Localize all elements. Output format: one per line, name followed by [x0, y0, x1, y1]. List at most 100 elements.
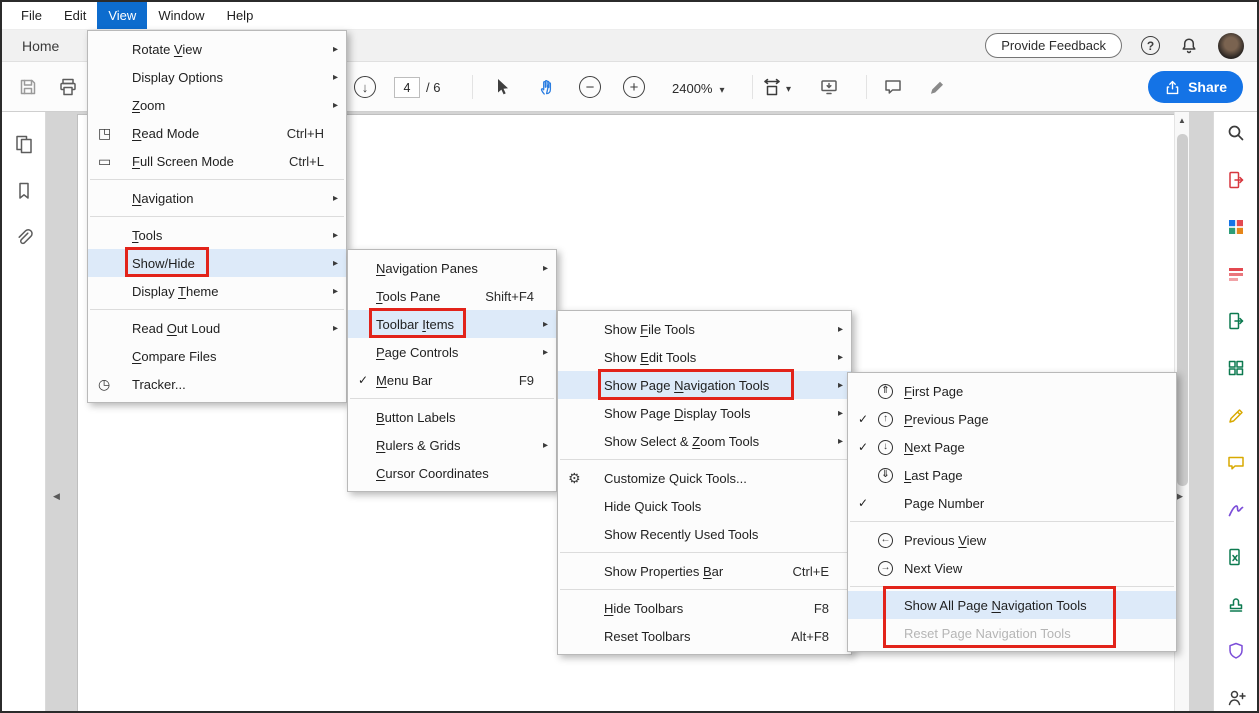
submenu-arrow-icon: ▸ [837, 323, 843, 335]
menu-item-show-select-zoom-tools[interactable]: Show Select & Zoom Tools ▸ [558, 427, 851, 455]
menu-item-show-page-display-tools[interactable]: Show Page Display Tools ▸ [558, 399, 851, 427]
stamp-tool-button[interactable] [1222, 592, 1250, 617]
menu-item-previous-view[interactable]: ← Previous View [848, 526, 1176, 554]
protect-tool-button[interactable] [1222, 639, 1250, 664]
menu-item-page-number[interactable]: ✓ Page Number [848, 489, 1176, 517]
page-number-input[interactable] [394, 77, 420, 98]
menu-item-show-all-page-navigation-tools[interactable]: Show All Page Navigation Tools [848, 591, 1176, 619]
menu-item-last-page[interactable]: ⇓ Last Page [848, 461, 1176, 489]
bookmarks-button[interactable] [10, 177, 38, 205]
convert-excel-tool-button[interactable] [1222, 544, 1250, 569]
menu-item-rulers-grids[interactable]: Rulers & Grids ▸ [348, 431, 556, 459]
menu-item-hide-quick-tools[interactable]: Hide Quick Tools [558, 492, 851, 520]
comment-bubble-icon [1227, 456, 1244, 470]
create-pdf-icon [1228, 219, 1243, 234]
organize-pages-tool-button[interactable] [1222, 261, 1250, 286]
menu-separator [560, 589, 849, 590]
edit-pdf-tool-button[interactable] [1222, 403, 1250, 428]
menu-item-read-mode[interactable]: ◳ Read Mode Ctrl+H [88, 119, 346, 147]
menu-item-zoom[interactable]: Zoom ▸ [88, 91, 346, 119]
hand-tool-button[interactable] [535, 75, 559, 99]
menu-item-label: Show Edit Tools [604, 349, 697, 365]
notifications-button[interactable] [1179, 36, 1199, 56]
save-button[interactable] [16, 75, 40, 99]
avatar[interactable] [1218, 32, 1244, 59]
left-panel-rail [2, 112, 46, 711]
search-tool-button[interactable] [1222, 120, 1250, 145]
more-tools-button[interactable] [1222, 686, 1250, 711]
tab-home[interactable]: Home [2, 38, 79, 54]
menu-item-show-properties-bar[interactable]: Show Properties Bar Ctrl+E [558, 557, 851, 585]
menu-item-label: Show Recently Used Tools [604, 526, 759, 542]
provide-feedback-button[interactable]: Provide Feedback [985, 33, 1122, 58]
menu-item-page-controls[interactable]: Page Controls ▸ [348, 338, 556, 366]
menu-item-reset-toolbars[interactable]: Reset Toolbars Alt+F8 [558, 622, 851, 650]
fill-sign-tool-button[interactable] [1222, 497, 1250, 522]
menu-item-show-page-navigation-tools[interactable]: Show Page Navigation Tools ▸ [558, 371, 851, 399]
menu-item-tracker[interactable]: ◷ Tracker... [88, 370, 346, 398]
scroll-up-button[interactable] [1175, 117, 1189, 125]
zoom-level-dropdown[interactable]: 2400% [666, 77, 731, 99]
menu-item-label: Reset Toolbars [604, 628, 691, 644]
page-thumbnails-button[interactable] [10, 130, 38, 158]
menu-item-navigation-panes[interactable]: Navigation Panes ▸ [348, 254, 556, 282]
create-pdf-tool-button[interactable] [1222, 214, 1250, 239]
search-icon [1228, 125, 1243, 140]
fit-width-dropdown[interactable] [762, 75, 791, 99]
submenu-arrow-icon: ▸ [542, 346, 548, 358]
menu-item-button-labels[interactable]: Button Labels [348, 403, 556, 431]
menu-item-show-file-tools[interactable]: Show File Tools ▸ [558, 315, 851, 343]
menu-item-next-view[interactable]: → Next View [848, 554, 1176, 582]
save-icon [20, 79, 36, 95]
menu-item-first-page[interactable]: ⇑ First Page [848, 377, 1176, 405]
menu-item-display-theme[interactable]: Display Theme ▸ [88, 277, 346, 305]
menu-item-tools[interactable]: Tools ▸ [88, 221, 346, 249]
menu-item-show-hide[interactable]: Show/Hide ▸ [88, 249, 346, 277]
menu-item-display-options[interactable]: Display Options ▸ [88, 63, 346, 91]
prev-view-icon: ← [878, 532, 893, 548]
menu-item-tools-pane[interactable]: Tools Pane Shift+F4 [348, 282, 556, 310]
menu-file[interactable]: File [10, 2, 53, 29]
share-button[interactable]: Share [1148, 71, 1243, 103]
menu-item-show-recently-used-tools[interactable]: Show Recently Used Tools [558, 520, 851, 548]
menu-item-label: Next Page [904, 439, 965, 455]
page-display-button[interactable] [817, 75, 841, 99]
highlight-tool-button[interactable] [925, 75, 949, 99]
menu-item-navigation[interactable]: Navigation ▸ [88, 184, 346, 212]
expand-right-panel-handle[interactable] [1176, 492, 1183, 501]
send-file-tool-button[interactable] [1222, 309, 1250, 334]
menu-view[interactable]: View [97, 2, 148, 29]
attachments-button[interactable] [10, 224, 38, 252]
collapse-left-panel-handle[interactable] [53, 492, 60, 501]
comment-tool-button[interactable] [881, 75, 905, 99]
menu-item-customize-quick-tools[interactable]: ⚙ Customize Quick Tools... [558, 464, 851, 492]
zoom-out-button[interactable] [579, 76, 601, 98]
menu-item-menu-bar[interactable]: ✓ Menu Bar F9 [348, 366, 556, 394]
select-arrow-icon [498, 79, 508, 95]
menu-item-rotate-view[interactable]: Rotate View ▸ [88, 35, 346, 63]
comment-tool-rail-button[interactable] [1222, 450, 1250, 475]
menu-item-cursor-coordinates[interactable]: Cursor Coordinates [348, 459, 556, 487]
menu-item-hide-toolbars[interactable]: Hide Toolbars F8 [558, 594, 851, 622]
menu-item-read-out-loud[interactable]: Read Out Loud ▸ [88, 314, 346, 342]
menu-help[interactable]: Help [216, 2, 265, 29]
tabbar-right-cluster: Provide Feedback ? [985, 32, 1257, 59]
menu-edit[interactable]: Edit [53, 2, 97, 29]
menu-item-toolbar-items[interactable]: Toolbar Items ▸ [348, 310, 556, 338]
menu-item-previous-page[interactable]: ✓ ↑ Previous Page [848, 405, 1176, 433]
menu-item-next-page[interactable]: ✓ ↓ Next Page [848, 433, 1176, 461]
export-pdf-tool-button[interactable] [1222, 167, 1250, 192]
next-page-button[interactable] [354, 76, 376, 98]
menu-item-compare-files[interactable]: Compare Files [88, 342, 346, 370]
select-tool-button[interactable] [490, 75, 514, 99]
menu-window[interactable]: Window [147, 2, 215, 29]
scrollbar-thumb[interactable] [1177, 134, 1188, 486]
help-button[interactable]: ? [1141, 36, 1160, 55]
convert-grid-tool-button[interactable] [1222, 356, 1250, 381]
menu-item-show-edit-tools[interactable]: Show Edit Tools ▸ [558, 343, 851, 371]
checkmark-icon: ✓ [858, 412, 869, 426]
zoom-in-button[interactable] [623, 76, 645, 98]
menu-item-full-screen-mode[interactable]: ▭ Full Screen Mode Ctrl+L [88, 147, 346, 175]
menu-shortcut: Shift+F4 [485, 288, 534, 304]
print-button[interactable] [56, 75, 80, 99]
